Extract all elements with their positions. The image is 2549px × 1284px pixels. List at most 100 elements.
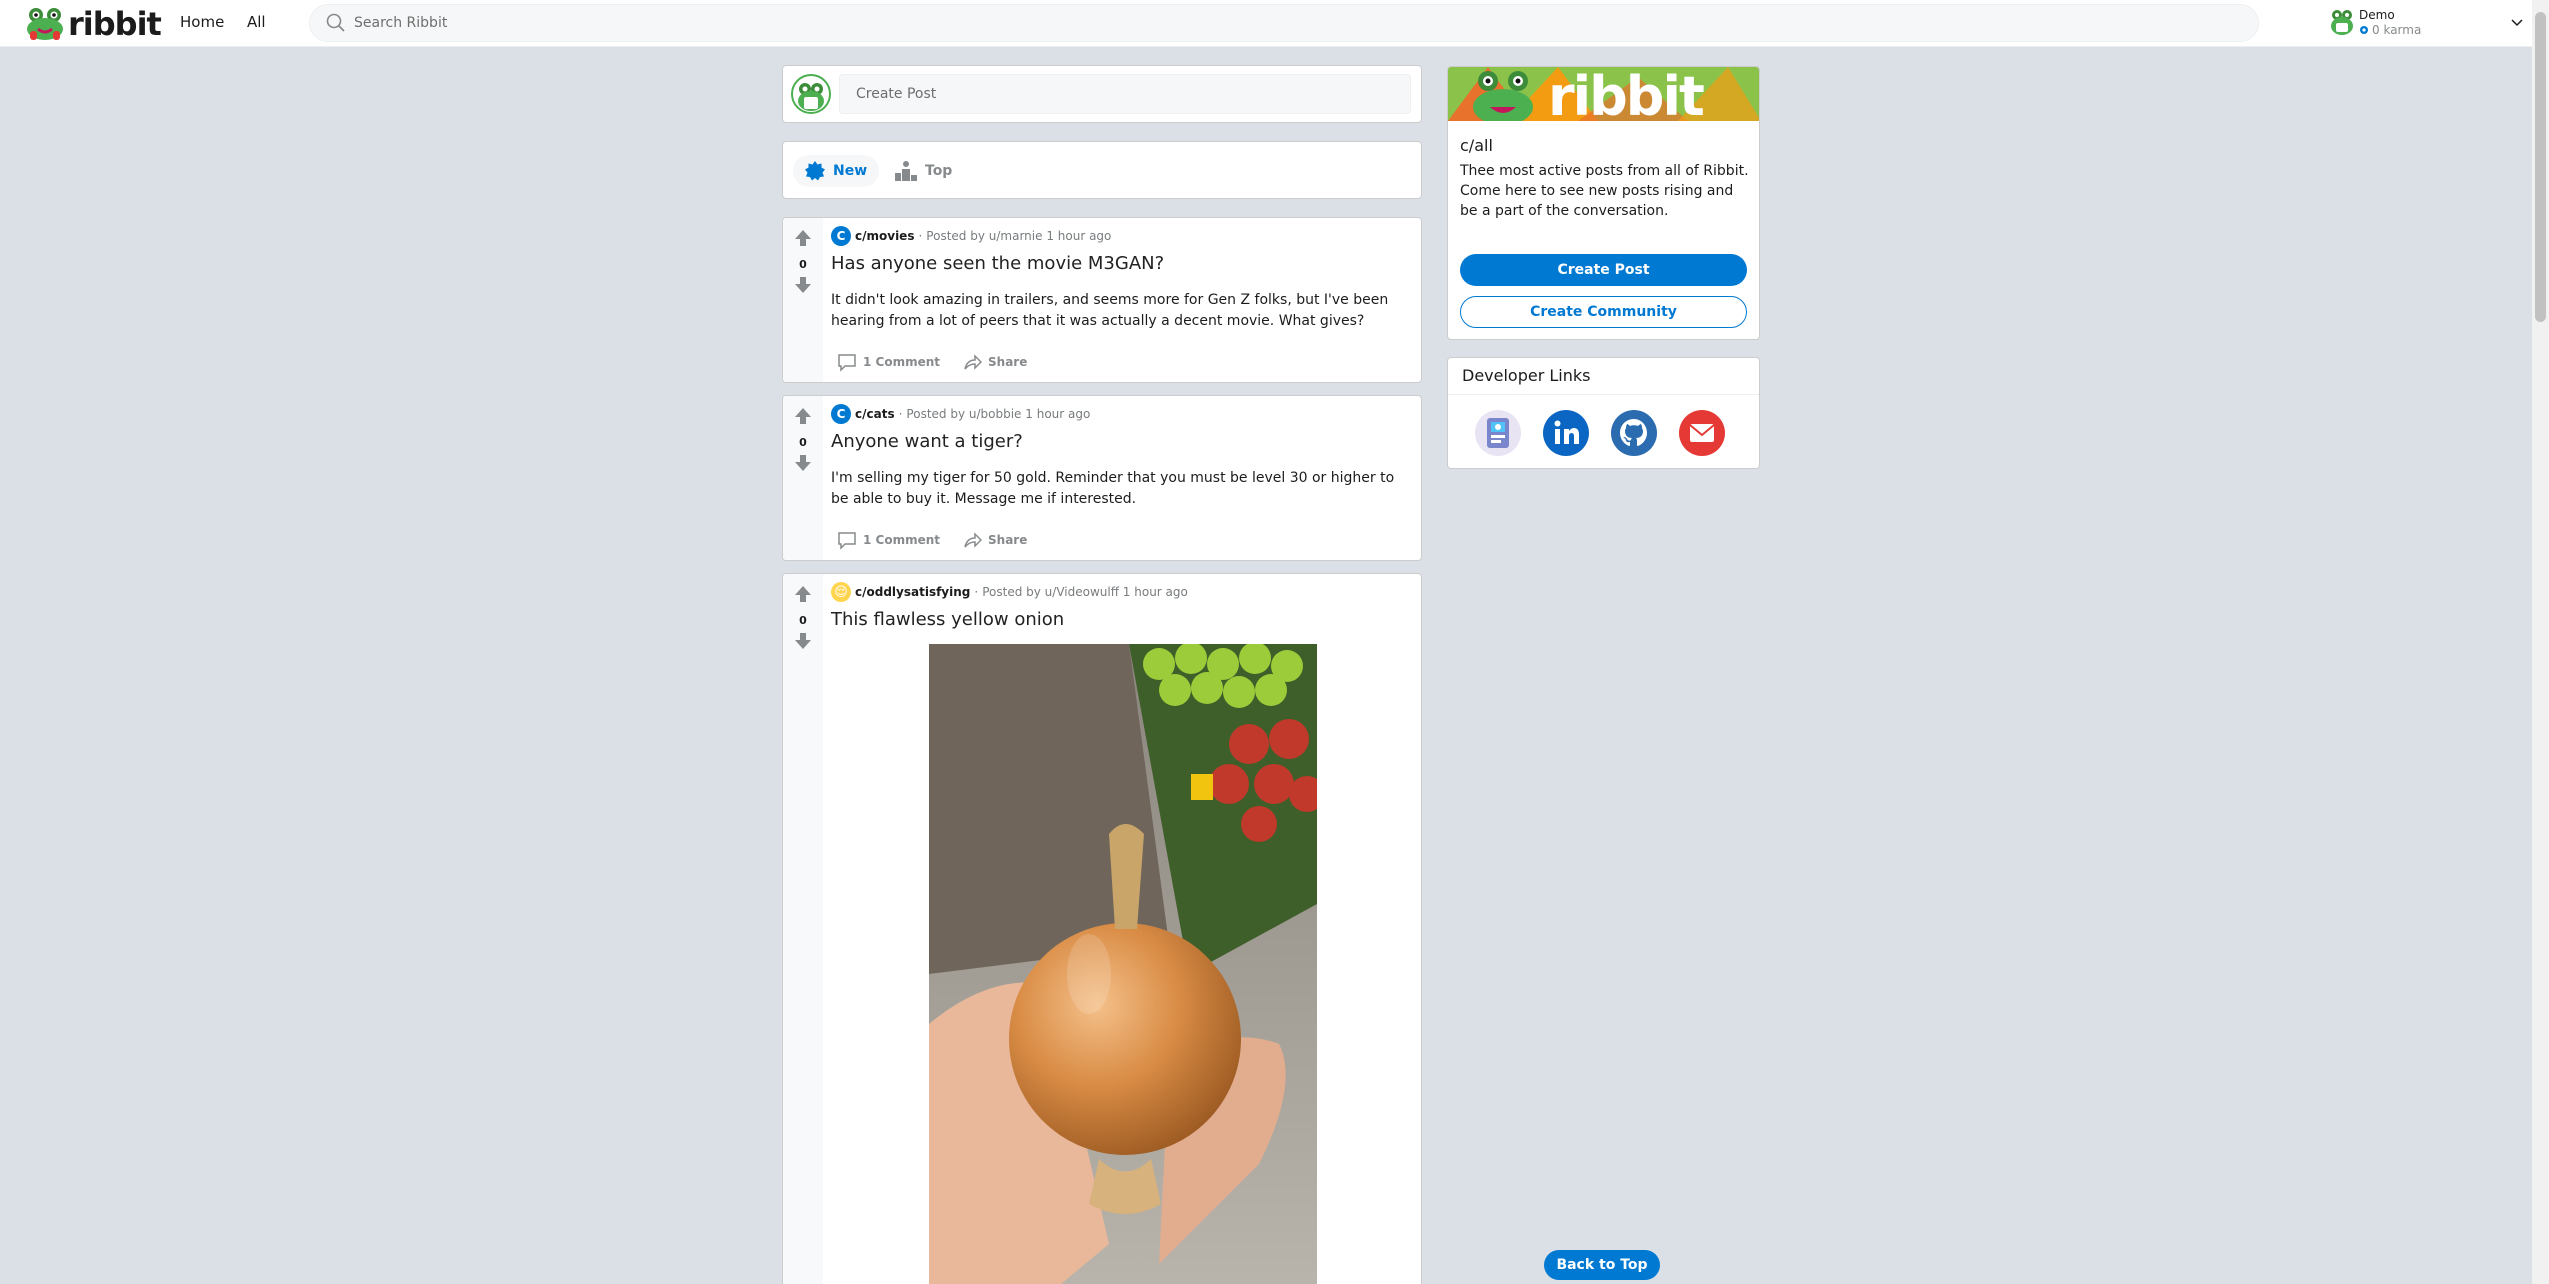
- posted-by[interactable]: Posted by u/marnie: [926, 229, 1042, 243]
- community-link[interactable]: c/cats: [855, 407, 895, 421]
- sort-bar: New Top: [782, 141, 1422, 199]
- developer-links-card: Developer Links: [1447, 357, 1760, 469]
- downvote-arrow-icon[interactable]: [793, 275, 813, 295]
- post-actions: 1 Comment Share: [831, 348, 1033, 376]
- share-icon: [964, 354, 983, 370]
- portfolio-icon: [1487, 418, 1509, 448]
- post-card[interactable]: 0 C c/cats · Posted by u/bobbie 1 hour a…: [782, 395, 1422, 561]
- new-badge-icon: [805, 161, 825, 181]
- frog-avatar-icon: [798, 83, 824, 111]
- comments-count: 1 Comment: [863, 533, 941, 547]
- create-post-input[interactable]: Create Post: [839, 74, 1411, 114]
- github-icon: [1620, 419, 1647, 446]
- back-to-top-button[interactable]: Back to Top: [1544, 1250, 1660, 1280]
- share-label: Share: [988, 355, 1028, 369]
- comment-icon: [838, 532, 856, 550]
- user-avatar[interactable]: [791, 74, 831, 114]
- community-description: Thee most active posts from all of Ribbi…: [1460, 163, 1749, 219]
- sort-top-button[interactable]: Top: [883, 155, 964, 187]
- linkedin-link[interactable]: [1543, 410, 1589, 456]
- frog-logo-icon: [27, 8, 63, 40]
- vote-count: 0: [799, 258, 807, 271]
- banner-text: ribbit: [1548, 67, 1705, 121]
- ribbit-logo[interactable]: ribbit: [24, 5, 162, 43]
- linkedin-icon: [1554, 420, 1579, 444]
- comments-button[interactable]: 1 Comment: [831, 348, 946, 376]
- karma-icon: [2360, 26, 2368, 34]
- vote-column: 0: [783, 218, 823, 382]
- comments-button[interactable]: 1 Comment: [831, 526, 946, 554]
- upvote-arrow-icon[interactable]: [793, 228, 813, 248]
- post-time: 1 hour ago: [1025, 407, 1091, 421]
- share-icon: [964, 532, 983, 548]
- posted-by[interactable]: Posted by u/bobbie: [906, 407, 1021, 421]
- upvote-arrow-icon[interactable]: [793, 584, 813, 604]
- search-bar[interactable]: [309, 4, 2259, 42]
- post-title[interactable]: Has anyone seen the movie M3GAN?: [831, 253, 1164, 274]
- post-title[interactable]: Anyone want a tiger?: [831, 431, 1023, 452]
- meta-separator: ·: [898, 407, 903, 421]
- downvote-arrow-icon[interactable]: [793, 631, 813, 651]
- post-time: 1 hour ago: [1122, 585, 1188, 599]
- post-actions: 1 Comment Share: [831, 526, 1033, 554]
- post-title[interactable]: This flawless yellow onion: [831, 609, 1064, 630]
- downvote-arrow-icon[interactable]: [793, 453, 813, 473]
- vote-column: 0: [783, 396, 823, 560]
- create-community-button[interactable]: Create Community: [1460, 296, 1747, 328]
- post-image[interactable]: [929, 644, 1317, 1284]
- divider: [1448, 394, 1759, 395]
- share-button[interactable]: Share: [956, 526, 1033, 554]
- logo-text: ribbit: [68, 5, 162, 43]
- user-avatar-icon: [2331, 10, 2353, 35]
- ribbit-banner: ribbit: [1448, 67, 1759, 121]
- community-icon: C: [831, 404, 851, 424]
- create-post-button[interactable]: Create Post: [1460, 254, 1747, 286]
- share-button[interactable]: Share: [956, 348, 1033, 376]
- community-icon: 😌: [831, 582, 851, 602]
- page-scrollbar[interactable]: [2532, 0, 2549, 1284]
- onion-photo: [929, 644, 1317, 1284]
- podium-icon: [895, 161, 917, 181]
- meta-separator: ·: [918, 229, 923, 243]
- vote-count: 0: [799, 436, 807, 449]
- scrollbar-thumb[interactable]: [2535, 12, 2546, 322]
- search-icon: [326, 13, 345, 32]
- karma-text: 0 karma: [2372, 23, 2422, 37]
- top-navbar: ribbit Home All Demo 0 karma: [0, 0, 2549, 47]
- sort-new-button[interactable]: New: [793, 155, 880, 187]
- create-post-bar: Create Post: [782, 65, 1422, 123]
- sort-top-label: Top: [925, 163, 953, 179]
- post-meta: C c/cats · Posted by u/bobbie 1 hour ago: [831, 404, 1090, 424]
- github-link[interactable]: [1611, 410, 1657, 456]
- nav-all-link[interactable]: All: [247, 13, 266, 31]
- email-icon: [1689, 424, 1715, 442]
- comments-count: 1 Comment: [863, 355, 941, 369]
- chevron-down-icon: [2511, 19, 2523, 27]
- vote-count: 0: [799, 614, 807, 627]
- vote-column: 0: [783, 574, 823, 1284]
- post-body: It didn't look amazing in trailers, and …: [831, 292, 1389, 329]
- user-karma: 0 karma: [2359, 23, 2421, 37]
- upvote-arrow-icon[interactable]: [793, 406, 813, 426]
- nav-home-link[interactable]: Home: [180, 13, 224, 31]
- community-icon: C: [831, 226, 851, 246]
- posted-by[interactable]: Posted by u/Videowulff: [982, 585, 1119, 599]
- post-card[interactable]: 0 C c/movies · Posted by u/marnie 1 hour…: [782, 217, 1422, 383]
- search-input[interactable]: [354, 5, 2154, 41]
- post-body: I'm selling my tiger for 50 gold. Remind…: [831, 470, 1395, 507]
- meta-separator: ·: [974, 585, 979, 599]
- community-link[interactable]: c/movies: [855, 229, 914, 243]
- user-menu[interactable]: Demo 0 karma: [2325, 6, 2525, 40]
- post-meta: 😌 c/oddlysatisfying · Posted by u/Videow…: [831, 582, 1188, 602]
- community-link[interactable]: c/oddlysatisfying: [855, 585, 970, 599]
- share-label: Share: [988, 533, 1028, 547]
- developer-links-title: Developer Links: [1462, 366, 1591, 385]
- community-title: c/all: [1460, 136, 1493, 155]
- comment-icon: [838, 354, 856, 372]
- post-card[interactable]: 0 😌 c/oddlysatisfying · Posted by u/Vide…: [782, 573, 1422, 1284]
- post-meta: C c/movies · Posted by u/marnie 1 hour a…: [831, 226, 1111, 246]
- post-time: 1 hour ago: [1046, 229, 1112, 243]
- email-link[interactable]: [1679, 410, 1725, 456]
- portfolio-link[interactable]: [1475, 410, 1521, 456]
- community-info-card: ribbit c/all Thee most active posts from…: [1447, 66, 1760, 340]
